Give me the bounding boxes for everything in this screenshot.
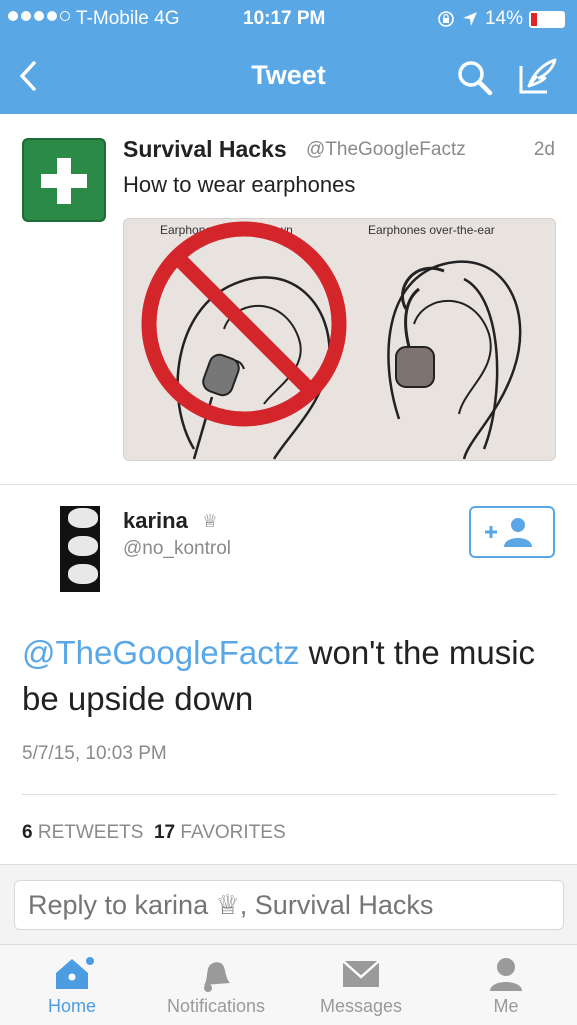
tab-messages[interactable]: Messages: [305, 945, 417, 1025]
reply-area: [0, 864, 577, 945]
tab-notifications[interactable]: Notifications: [148, 945, 284, 1025]
original-tweet[interactable]: Survival Hacks @TheGoogleFactz 2d How to…: [0, 114, 577, 485]
add-user-icon: [485, 518, 532, 547]
battery-icon: [529, 10, 565, 28]
tab-label: Messages: [319, 996, 403, 1016]
retweets-count[interactable]: 6: [22, 822, 33, 843]
earphones-illustration: [141, 221, 522, 460]
favorites-label[interactable]: FAVORITES: [175, 822, 285, 843]
author-name[interactable]: karina: [123, 508, 188, 534]
status-bar: T-Mobile 4G 10:17 PM 14%: [0, 6, 577, 34]
compose-icon[interactable]: [515, 56, 559, 98]
battery-percent: 14%: [484, 8, 523, 29]
tweet-age: 2d: [533, 139, 555, 160]
retweets-label[interactable]: RETWEETS: [33, 822, 144, 843]
crown-emoji: ♕: [202, 511, 219, 531]
author-handle[interactable]: @no_kontrol: [123, 538, 231, 560]
search-icon[interactable]: [455, 58, 495, 98]
favorites-count[interactable]: 17: [154, 822, 175, 843]
reply-tweet-text: @TheGoogleFactz won't the music be upsid…: [22, 630, 557, 722]
tab-label: Notifications: [166, 996, 266, 1016]
clock: 10:17 PM: [243, 8, 326, 29]
lock-rotation-icon: [438, 11, 454, 27]
tab-me[interactable]: Me: [466, 945, 546, 1025]
bell-icon: [204, 962, 230, 992]
tab-bar: Home Notifications Messages Me: [0, 944, 577, 1025]
reply-author-row[interactable]: karina ♕ @no_kontrol: [0, 485, 577, 595]
home-icon: [56, 957, 94, 989]
tweet-text: How to wear earphones: [123, 172, 356, 197]
top-bar: T-Mobile 4G 10:17 PM 14% Tweet: [0, 0, 577, 114]
location-arrow-icon: [462, 12, 477, 26]
follow-button[interactable]: [469, 506, 555, 558]
author-handle[interactable]: @TheGoogleFactz: [306, 139, 466, 161]
avatar[interactable]: [22, 138, 106, 222]
reply-input[interactable]: [14, 880, 564, 930]
tweet-stats: 6 RETWEETS 17 FAVORITES: [22, 822, 286, 844]
divider: [22, 794, 557, 795]
envelope-icon: [342, 960, 380, 987]
tab-home[interactable]: Home: [22, 945, 122, 1025]
signal-icon: [8, 11, 70, 21]
mention-link[interactable]: @TheGoogleFactz: [22, 634, 299, 671]
tweet-image[interactable]: Earphones straight down Earphones over-t…: [123, 218, 556, 461]
tab-label: Me: [493, 996, 519, 1016]
person-icon: [490, 958, 522, 991]
tab-label: Home: [47, 996, 96, 1016]
author-name[interactable]: Survival Hacks: [123, 136, 287, 163]
tweet-timestamp: 5/7/15, 10:03 PM: [22, 743, 167, 764]
carrier-label: T-Mobile 4G: [76, 8, 180, 29]
avatar[interactable]: [60, 506, 100, 592]
